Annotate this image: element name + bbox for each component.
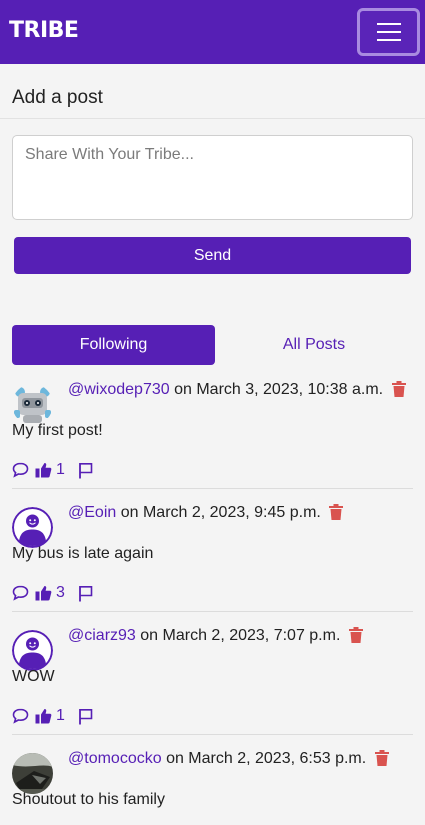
post-actions: 1 xyxy=(12,707,93,725)
post-content: WOW xyxy=(12,668,55,685)
comment-icon[interactable] xyxy=(12,462,29,478)
send-button[interactable]: Send xyxy=(14,237,411,274)
post-divider xyxy=(12,734,413,735)
like-count: 1 xyxy=(56,707,65,724)
comment-icon[interactable] xyxy=(12,708,29,724)
navbar: TRIBE xyxy=(0,0,425,64)
default-user-avatar[interactable] xyxy=(12,630,53,671)
trash-icon[interactable] xyxy=(348,627,363,649)
post-input[interactable] xyxy=(12,135,413,220)
flag-icon[interactable] xyxy=(78,462,93,479)
default-user-avatar[interactable] xyxy=(12,507,53,548)
trash-icon[interactable] xyxy=(329,504,344,526)
tab-following[interactable]: Following xyxy=(12,325,215,365)
post-meta: @wixodep730 on March 3, 2023, 10:38 a.m. xyxy=(68,380,406,403)
post-divider xyxy=(12,611,413,612)
post-meta: @ciarz93 on March 2, 2023, 7:07 p.m. xyxy=(68,626,363,649)
robot-avatar[interactable] xyxy=(12,384,53,425)
tab-all-posts[interactable]: All Posts xyxy=(215,325,413,365)
thumbs-up-icon[interactable] xyxy=(35,462,52,478)
post-meta: @Eoin on March 2, 2023, 9:45 p.m. xyxy=(68,503,344,526)
post-meta: @tomococko on March 2, 2023, 6:53 p.m. xyxy=(68,749,389,772)
add-post-title: Add a post xyxy=(12,87,103,108)
menu-toggle-button[interactable] xyxy=(357,8,420,56)
divider xyxy=(0,118,425,119)
flag-icon[interactable] xyxy=(78,708,93,725)
post-username[interactable]: @tomococko xyxy=(68,750,162,767)
thumbs-up-icon[interactable] xyxy=(35,708,52,724)
post-actions: 3 xyxy=(12,584,93,602)
post-content: My bus is late again xyxy=(12,545,154,562)
trash-icon[interactable] xyxy=(391,381,406,403)
trash-icon[interactable] xyxy=(374,750,389,772)
post-content: My first post! xyxy=(12,422,103,439)
post-date: on March 3, 2023, 10:38 a.m. xyxy=(174,381,384,398)
post-item: @Eoin on March 2, 2023, 9:45 p.m. My bus… xyxy=(0,497,425,620)
post-actions: 1 xyxy=(12,461,93,479)
like-count: 1 xyxy=(56,461,65,478)
post-item: @ciarz93 on March 2, 2023, 7:07 p.m. WOW… xyxy=(0,620,425,743)
like-count: 3 xyxy=(56,584,65,601)
post-divider xyxy=(12,488,413,489)
thumbs-up-icon[interactable] xyxy=(35,585,52,601)
post-date: on March 2, 2023, 9:45 p.m. xyxy=(120,504,321,521)
brand-logo[interactable]: TRIBE xyxy=(9,17,79,45)
post-username[interactable]: @ciarz93 xyxy=(68,627,136,644)
flag-icon[interactable] xyxy=(78,585,93,602)
post-content: Shoutout to his family xyxy=(12,791,165,808)
post-item: @tomococko on March 2, 2023, 6:53 p.m. S… xyxy=(0,743,425,825)
post-date: on March 2, 2023, 7:07 p.m. xyxy=(140,627,341,644)
post-item: @wixodep730 on March 3, 2023, 10:38 a.m.… xyxy=(0,374,425,497)
comment-icon[interactable] xyxy=(12,585,29,601)
post-username[interactable]: @wixodep730 xyxy=(68,381,170,398)
hamburger-icon xyxy=(377,23,401,25)
photo-avatar[interactable] xyxy=(12,753,53,794)
post-username[interactable]: @Eoin xyxy=(68,504,116,521)
post-date: on March 2, 2023, 6:53 p.m. xyxy=(166,750,367,767)
